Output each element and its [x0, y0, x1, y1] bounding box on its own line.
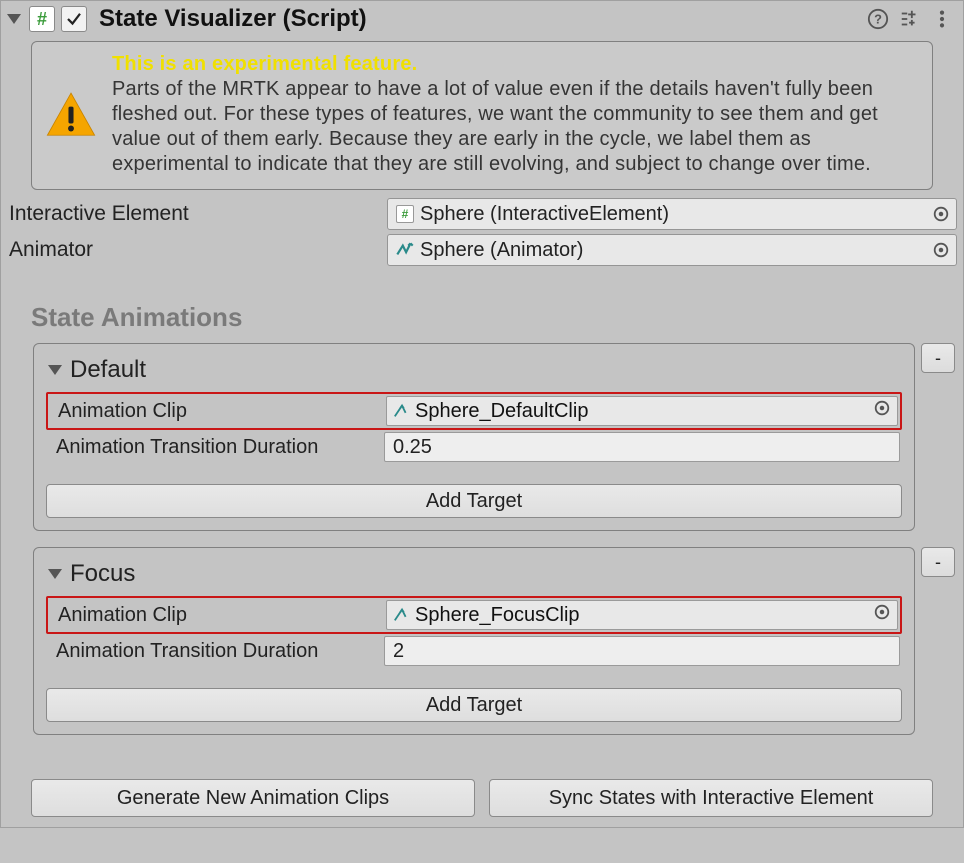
state-default-fields: Animation Clip Sphere_DefaultClip — [46, 392, 902, 464]
state-focus-header[interactable]: Focus — [46, 560, 902, 588]
animation-clip-row: Animation Clip Sphere_DefaultClip — [48, 394, 900, 428]
interactive-element-label: Interactive Element — [7, 202, 387, 226]
duration-input-focus[interactable] — [384, 636, 900, 666]
duration-row: Animation Transition Duration — [46, 430, 902, 464]
state-focus-name: Focus — [70, 560, 135, 588]
animation-clip-value: Sphere_DefaultClip — [415, 400, 588, 423]
help-icon[interactable]: ? — [865, 6, 891, 32]
animator-type-icon — [394, 239, 416, 261]
duration-input-default[interactable] — [384, 432, 900, 462]
preset-icon[interactable] — [897, 6, 923, 32]
animation-clip-row: Animation Clip Sphere_FocusClip — [48, 598, 900, 632]
sync-states-button[interactable]: Sync States with Interactive Element — [489, 779, 933, 817]
state-focus-wrap: Focus Animation Clip Sphere_FocusClip — [1, 547, 963, 735]
svg-text:?: ? — [874, 12, 882, 27]
animation-clip-value: Sphere_FocusClip — [415, 604, 580, 627]
warning-body: Parts of the MRTK appear to have a lot o… — [112, 78, 878, 175]
component-header: # State Visualizer (Script) ? — [1, 1, 963, 41]
object-picker-icon[interactable] — [873, 399, 891, 423]
animator-label: Animator — [7, 238, 387, 262]
highlight-outline: Animation Clip Sphere_FocusClip — [46, 596, 902, 634]
interactive-element-value: Sphere (InteractiveElement) — [420, 203, 669, 226]
foldout-icon[interactable] — [48, 569, 62, 579]
state-default-wrap: Default Animation Clip Sphere_DefaultCli… — [1, 343, 963, 531]
warning-title: This is an experimental feature. — [112, 53, 417, 75]
warning-icon — [44, 52, 98, 177]
duration-row: Animation Transition Duration — [46, 634, 902, 668]
animclip-icon — [393, 402, 411, 420]
object-picker-icon[interactable] — [873, 603, 891, 627]
experimental-warning: This is an experimental feature. Parts o… — [31, 41, 933, 190]
bottom-actions: Generate New Animation Clips Sync States… — [1, 751, 963, 827]
script-icon[interactable]: # — [29, 6, 55, 32]
interactive-element-field[interactable]: # Sphere (InteractiveElement) — [387, 198, 957, 230]
state-animations-heading: State Animations — [31, 302, 963, 333]
add-target-button-focus[interactable]: Add Target — [46, 688, 902, 722]
state-default-box: Default Animation Clip Sphere_DefaultCli… — [33, 343, 915, 531]
interactive-element-row: Interactive Element # Sphere (Interactiv… — [1, 196, 963, 232]
remove-state-button-focus[interactable]: - — [921, 547, 955, 577]
component-title: State Visualizer (Script) — [99, 5, 859, 33]
animator-row: Animator Sphere (Animator) — [1, 232, 963, 268]
object-picker-icon[interactable] — [932, 205, 950, 223]
component-foldout-icon[interactable] — [7, 14, 21, 24]
inspector-panel: # State Visualizer (Script) ? This is an… — [0, 0, 964, 828]
animclip-icon — [393, 606, 411, 624]
generate-clips-button[interactable]: Generate New Animation Clips — [31, 779, 475, 817]
state-focus-fields: Animation Clip Sphere_FocusClip — [46, 596, 902, 668]
animator-field[interactable]: Sphere (Animator) — [387, 234, 957, 266]
animation-clip-label: Animation Clip — [50, 604, 386, 627]
state-default-header[interactable]: Default — [46, 356, 902, 384]
duration-label: Animation Transition Duration — [48, 436, 384, 459]
object-picker-icon[interactable] — [932, 241, 950, 259]
animator-value: Sphere (Animator) — [420, 239, 583, 262]
kebab-menu-icon[interactable] — [929, 6, 955, 32]
animation-clip-label: Animation Clip — [50, 400, 386, 423]
state-focus-box: Focus Animation Clip Sphere_FocusClip — [33, 547, 915, 735]
warning-text: This is an experimental feature. Parts o… — [112, 52, 920, 177]
state-default-name: Default — [70, 356, 146, 384]
remove-state-button-default[interactable]: - — [921, 343, 955, 373]
add-target-button-default[interactable]: Add Target — [46, 484, 902, 518]
duration-label: Animation Transition Duration — [48, 640, 384, 663]
animation-clip-field-focus[interactable]: Sphere_FocusClip — [386, 600, 898, 630]
script-type-icon: # — [394, 203, 416, 225]
animation-clip-field-default[interactable]: Sphere_DefaultClip — [386, 396, 898, 426]
foldout-icon[interactable] — [48, 365, 62, 375]
highlight-outline: Animation Clip Sphere_DefaultClip — [46, 392, 902, 430]
enable-checkbox[interactable] — [61, 6, 87, 32]
